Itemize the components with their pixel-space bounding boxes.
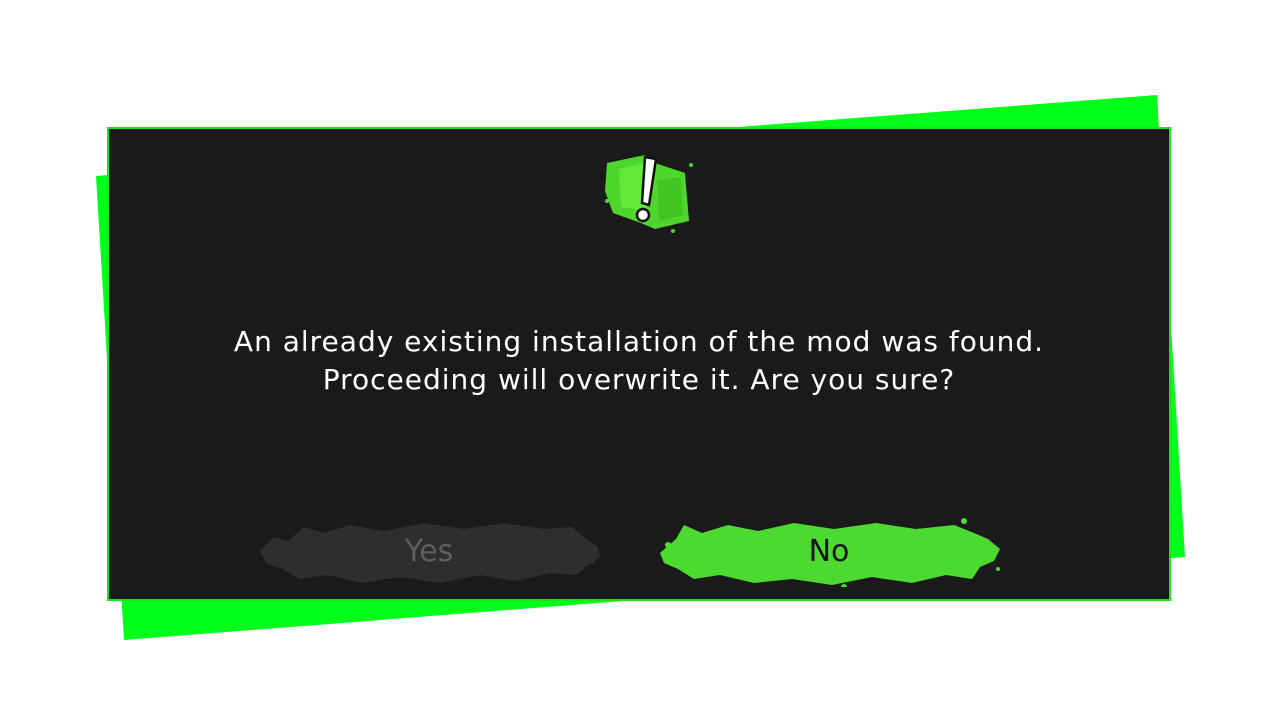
yes-button[interactable]: Yes (254, 517, 604, 587)
message-line-1: An already existing installation of the … (233, 325, 1045, 358)
no-button-label: No (808, 534, 850, 569)
no-button[interactable]: No (654, 517, 1004, 587)
screen: An already existing installation of the … (0, 0, 1280, 719)
yes-button-label: Yes (404, 534, 454, 569)
confirm-dialog: An already existing installation of the … (107, 127, 1171, 601)
dialog-message: An already existing installation of the … (109, 323, 1169, 399)
message-line-2: Proceeding will overwrite it. Are you su… (322, 363, 956, 396)
exclamation-warning-icon (605, 155, 693, 233)
